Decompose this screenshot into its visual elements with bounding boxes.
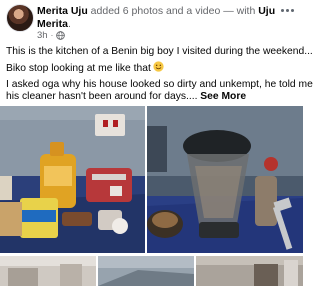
facebook-post: Merita Uju added 6 photos and a video — … bbox=[0, 0, 313, 286]
caption-line-2-text: Biko stop looking at me like that bbox=[6, 63, 151, 74]
post-photo-5[interactable] bbox=[196, 256, 303, 286]
tagged-user-first[interactable]: Uju bbox=[258, 5, 275, 17]
post-meta: 3h · bbox=[37, 30, 66, 41]
tagged-user-second[interactable]: Merita bbox=[37, 18, 68, 30]
photo-1-image bbox=[0, 106, 145, 253]
caption-line-4: his cleaner hasn't been around for days.… bbox=[6, 90, 246, 103]
caption-line-4-text: his cleaner hasn't been around for days.… bbox=[6, 91, 198, 102]
see-more-link[interactable]: See More bbox=[197, 91, 246, 102]
author-avatar[interactable] bbox=[6, 4, 34, 32]
tagged-end: . bbox=[67, 18, 71, 30]
post-timestamp[interactable]: 3h bbox=[37, 30, 48, 41]
post-header: Merita Uju added 6 photos and a video — … bbox=[37, 5, 277, 31]
photo-2-image bbox=[147, 106, 303, 253]
caption-line-2: Biko stop looking at me like that bbox=[6, 61, 164, 75]
post-action-text: added 6 photos and a video — with bbox=[87, 5, 259, 17]
photo-5-image bbox=[196, 256, 303, 286]
photo-3-image bbox=[0, 256, 96, 286]
post-photo-3[interactable] bbox=[0, 256, 96, 286]
post-photo-2[interactable] bbox=[147, 106, 303, 253]
post-photo-1[interactable] bbox=[0, 106, 145, 253]
photo-4-image bbox=[98, 256, 194, 286]
post-photo-4[interactable] bbox=[98, 256, 194, 286]
author-name[interactable]: Merita Uju bbox=[37, 5, 88, 17]
caption-line-1: This is the kitchen of a Benin big boy I… bbox=[6, 46, 313, 57]
smiling-emoji-icon bbox=[153, 61, 164, 72]
more-options-icon[interactable] bbox=[277, 3, 297, 17]
meta-separator: · bbox=[50, 31, 54, 40]
globe-icon bbox=[56, 31, 66, 40]
